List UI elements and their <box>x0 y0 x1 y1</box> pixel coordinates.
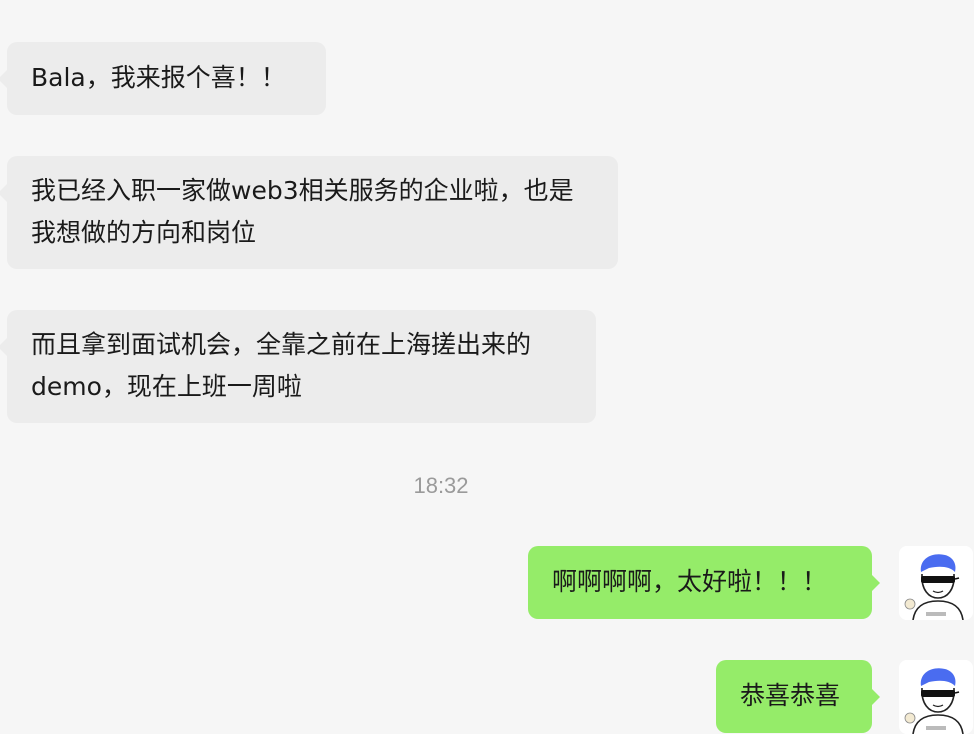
chat-window: Bala，我来报个喜！！ 我已经入职一家做web3相关服务的企业啦，也是我想做的… <box>0 0 974 734</box>
message-timestamp: 18:32 <box>413 473 469 498</box>
bubble-tail <box>871 688 880 706</box>
bubble-tail <box>871 574 880 592</box>
bubble-tail <box>0 70 7 88</box>
avatar-icon <box>899 546 973 620</box>
message-text: 而且拿到面试机会，全靠之前在上海搓出来的demo，现在上班一周啦 <box>31 330 532 401</box>
message-text: 啊啊啊啊，太好啦！！！ <box>552 567 828 596</box>
bubble-tail <box>0 338 7 356</box>
message-text: Bala，我来报个喜！！ <box>31 63 286 92</box>
avatar-icon <box>899 660 973 734</box>
message-text: 恭喜恭喜 <box>740 681 841 710</box>
user-avatar[interactable] <box>899 546 973 620</box>
bubble-tail <box>0 184 7 202</box>
incoming-message-bubble[interactable]: Bala，我来报个喜！！ <box>7 42 326 115</box>
incoming-message-bubble[interactable]: 我已经入职一家做web3相关服务的企业啦，也是我想做的方向和岗位 <box>7 156 618 269</box>
outgoing-message-bubble[interactable]: 啊啊啊啊，太好啦！！！ <box>528 546 872 619</box>
message-text: 我已经入职一家做web3相关服务的企业啦，也是我想做的方向和岗位 <box>31 176 574 247</box>
incoming-message-bubble[interactable]: 而且拿到面试机会，全靠之前在上海搓出来的demo，现在上班一周啦 <box>7 310 596 423</box>
outgoing-message-bubble[interactable]: 恭喜恭喜 <box>716 660 872 733</box>
user-avatar[interactable] <box>899 660 973 734</box>
